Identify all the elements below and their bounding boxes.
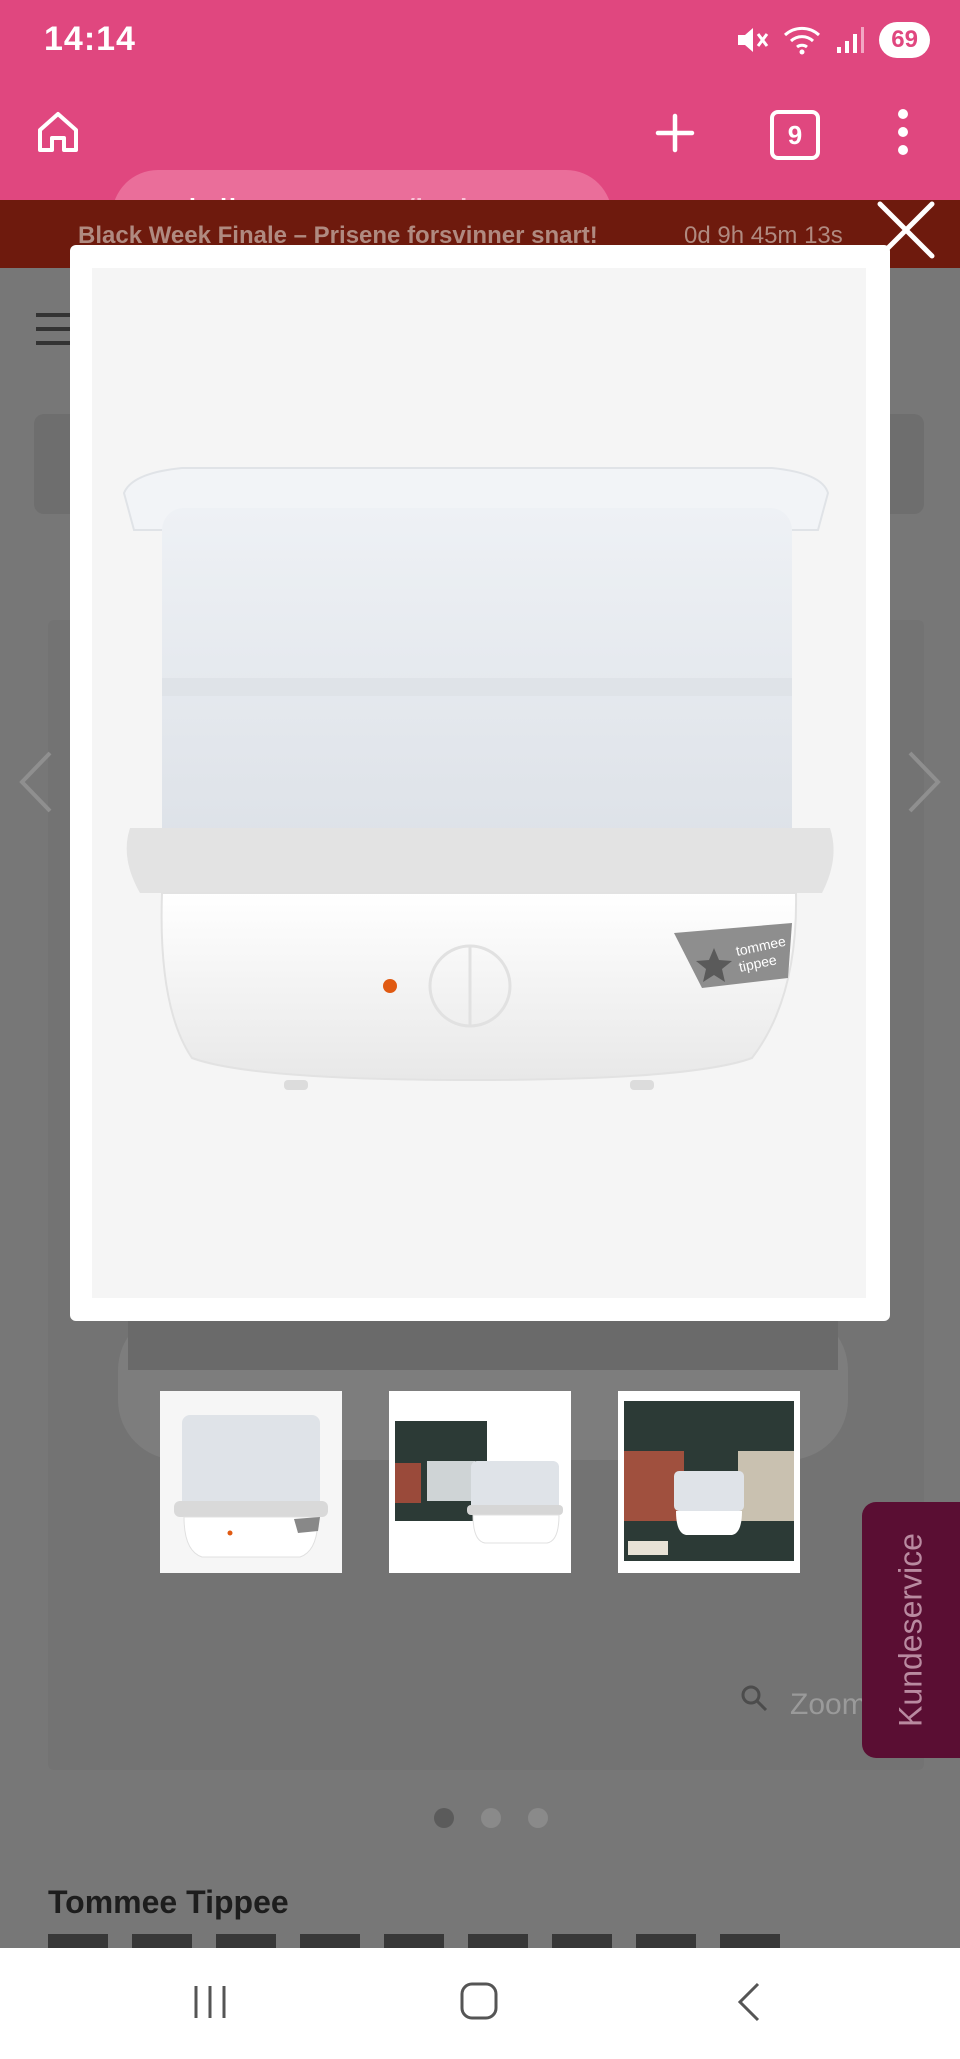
menu-icon[interactable] (896, 108, 910, 156)
thumbnail-1[interactable] (160, 1391, 342, 1573)
lightbox-product-image: tommee tippee (92, 268, 866, 1298)
recent-apps-icon[interactable] (190, 1982, 230, 2022)
back-icon[interactable] (734, 1980, 764, 2024)
new-tab-icon[interactable] (654, 112, 696, 154)
browser-toolbar: jollyroom.no/babyutst 9 (0, 84, 960, 262)
customer-service-label: Kundeservice (892, 1533, 929, 1727)
close-icon[interactable] (874, 198, 938, 262)
thumbnail-2-image (389, 1391, 571, 1573)
chevron-left-icon[interactable] (12, 747, 60, 817)
mute-icon (738, 28, 769, 52)
home-nav-icon[interactable] (458, 1980, 500, 2022)
system-nav-bar (0, 1948, 960, 2059)
sterilizer-illustration: tommee tippee (122, 467, 834, 1090)
tab-count: 9 (787, 120, 803, 150)
status-time: 14:14 (44, 20, 136, 58)
product-brand[interactable]: Tommee Tippee (48, 1884, 289, 1921)
carousel-dot-1[interactable] (434, 1808, 454, 1828)
customer-service-tab[interactable]: Kundeservice (862, 1502, 960, 1758)
thumbnail-2[interactable] (389, 1391, 571, 1573)
status-bar: 14:14 69 (0, 0, 960, 84)
tabs-icon[interactable]: 9 (770, 110, 820, 160)
thumbnail-1-image (160, 1391, 342, 1573)
zoom-button[interactable]: Zoom (741, 1685, 867, 1722)
chevron-right-icon[interactable] (900, 747, 948, 817)
status-icons: 69 (735, 22, 930, 58)
zoom-label: Zoom (790, 1688, 867, 1721)
carousel-dot-3[interactable] (528, 1808, 548, 1828)
thumbnail-3-image (618, 1391, 800, 1573)
wifi-icon (784, 26, 821, 55)
search-icon (741, 1685, 768, 1712)
thumbnail-strip (160, 1391, 800, 1573)
thumbnail-3[interactable] (618, 1391, 800, 1573)
battery-indicator: 69 (879, 22, 930, 58)
home-icon[interactable] (34, 108, 82, 156)
carousel-dot-2[interactable] (481, 1808, 501, 1828)
signal-icon (837, 27, 865, 53)
product-title-fragment (48, 1934, 788, 1948)
